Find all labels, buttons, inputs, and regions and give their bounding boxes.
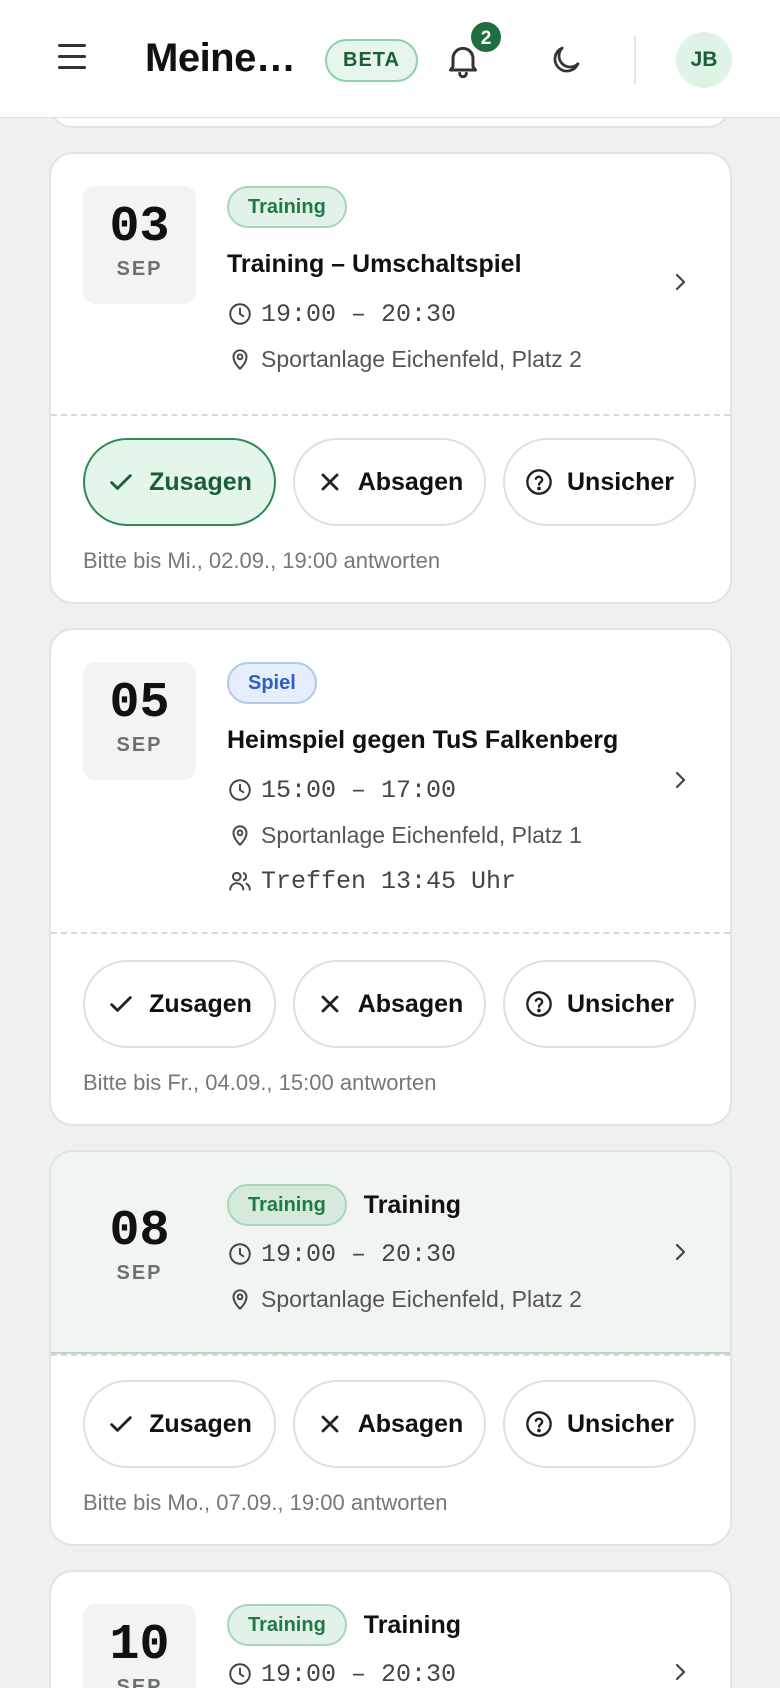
chevron-right-icon[interactable]	[668, 1660, 692, 1684]
unsure-button[interactable]: Unsicher	[503, 1380, 696, 1468]
event-month: SEP	[116, 734, 163, 756]
chevron-right-icon[interactable]	[668, 1240, 692, 1264]
response-deadline: Bitte bis Fr., 04.09., 15:00 antworten	[83, 1070, 437, 1095]
response-buttons: Zusagen Absagen Unsicher	[83, 1380, 696, 1468]
page-title: Meine…	[145, 36, 296, 80]
decline-button[interactable]: Absagen	[293, 438, 486, 526]
moon-icon[interactable]	[548, 42, 584, 78]
event-card: 05 SEP Spiel Heimspiel gegen TuS Falkenb…	[49, 628, 732, 1126]
event-location: Sportanlage Eichenfeld, Platz 2	[227, 343, 582, 375]
clock-icon	[229, 779, 251, 801]
event-card-header[interactable]: 08 SEP Training Training 19:00 – 20:30 S…	[51, 1152, 730, 1354]
event-date: 03 SEP	[83, 186, 196, 304]
event-date: 05 SEP	[83, 662, 196, 780]
event-day: 05	[109, 675, 170, 732]
close-icon	[321, 473, 339, 491]
clock-icon	[229, 1243, 251, 1265]
event-location: Sportanlage Eichenfeld, Platz 2	[227, 1283, 582, 1315]
users-icon	[229, 871, 251, 891]
menu-button[interactable]	[58, 44, 94, 74]
card-divider	[51, 414, 730, 416]
card-divider	[51, 932, 730, 934]
check-icon	[110, 1416, 132, 1432]
event-location: Sportanlage Eichenfeld, Platz 1	[227, 819, 582, 851]
event-time: 15:00 – 17:00	[227, 774, 456, 806]
event-time: 19:00 – 20:30	[227, 1238, 456, 1270]
event-title: Training	[363, 1610, 462, 1639]
event-time: 19:00 – 20:30	[227, 1658, 456, 1688]
event-month: SEP	[116, 1262, 163, 1284]
event-type-tag: Spiel	[227, 662, 317, 704]
response-deadline: Bitte bis Mo., 07.09., 19:00 antworten	[83, 1490, 448, 1515]
event-date: 10 SEP	[83, 1604, 196, 1688]
response-buttons: Zusagen Absagen Unsicher	[83, 960, 696, 1048]
event-title: Training	[363, 1190, 462, 1219]
event-card: 03 SEP Training Training – Umschaltspiel…	[49, 152, 732, 604]
event-card-header[interactable]: 03 SEP Training Training – Umschaltspiel…	[51, 154, 730, 414]
question-circle-icon	[526, 469, 552, 495]
decline-button[interactable]: Absagen	[293, 960, 486, 1048]
card-divider	[51, 1354, 730, 1356]
close-icon	[321, 1415, 339, 1433]
event-day: 08	[109, 1203, 170, 1260]
event-type-tag: Training	[227, 1184, 347, 1226]
close-icon	[321, 995, 339, 1013]
location-pin-icon	[232, 349, 248, 370]
clock-icon	[229, 303, 251, 325]
event-card-header[interactable]: 10 SEP Training Training 19:00 – 20:30	[51, 1572, 730, 1688]
event-title: Training – Umschaltspiel	[227, 250, 522, 278]
event-meeting-time: Treffen 13:45 Uhr	[227, 865, 516, 897]
accept-button[interactable]: Zusagen	[83, 1380, 276, 1468]
event-day: 03	[109, 199, 170, 256]
event-time: 19:00 – 20:30	[227, 298, 456, 330]
event-card: 10 SEP Training Training 19:00 – 20:30	[49, 1570, 732, 1688]
accept-button[interactable]: Zusagen	[83, 960, 276, 1048]
event-month: SEP	[116, 258, 163, 280]
accept-button[interactable]: Zusagen	[83, 438, 276, 526]
location-pin-icon	[232, 825, 248, 846]
event-type-tag: Training	[227, 1604, 347, 1646]
header-divider	[634, 36, 636, 84]
event-card-header[interactable]: 05 SEP Spiel Heimspiel gegen TuS Falkenb…	[51, 630, 730, 932]
event-title: Heimspiel gegen TuS Falkenberg	[227, 726, 619, 754]
chevron-right-icon[interactable]	[668, 768, 692, 792]
event-month: SEP	[116, 1676, 163, 1688]
avatar[interactable]: JB	[676, 32, 732, 88]
response-deadline: Bitte bis Mi., 02.09., 19:00 antworten	[83, 548, 441, 573]
question-circle-icon	[526, 991, 552, 1017]
menu-icon	[58, 44, 86, 47]
unsure-button[interactable]: Unsicher	[503, 960, 696, 1048]
unsure-button[interactable]: Unsicher	[503, 438, 696, 526]
clock-icon	[229, 1663, 251, 1685]
chevron-right-icon[interactable]	[668, 270, 692, 294]
beta-badge: BETA	[325, 39, 418, 82]
event-card: 08 SEP Training Training 19:00 – 20:30 S…	[49, 1150, 732, 1546]
event-day: 10	[109, 1617, 170, 1674]
app-header: Meine… BETA 2 JB	[0, 0, 780, 118]
notification-count-badge: 2	[469, 20, 503, 54]
response-buttons: Zusagen Absagen Unsicher	[83, 438, 696, 526]
question-circle-icon	[526, 1411, 552, 1437]
decline-button[interactable]: Absagen	[293, 1380, 486, 1468]
event-type-tag: Training	[227, 186, 347, 228]
event-date: 08 SEP	[83, 1190, 196, 1308]
check-icon	[110, 474, 132, 490]
location-pin-icon	[232, 1289, 248, 1310]
check-icon	[110, 996, 132, 1012]
